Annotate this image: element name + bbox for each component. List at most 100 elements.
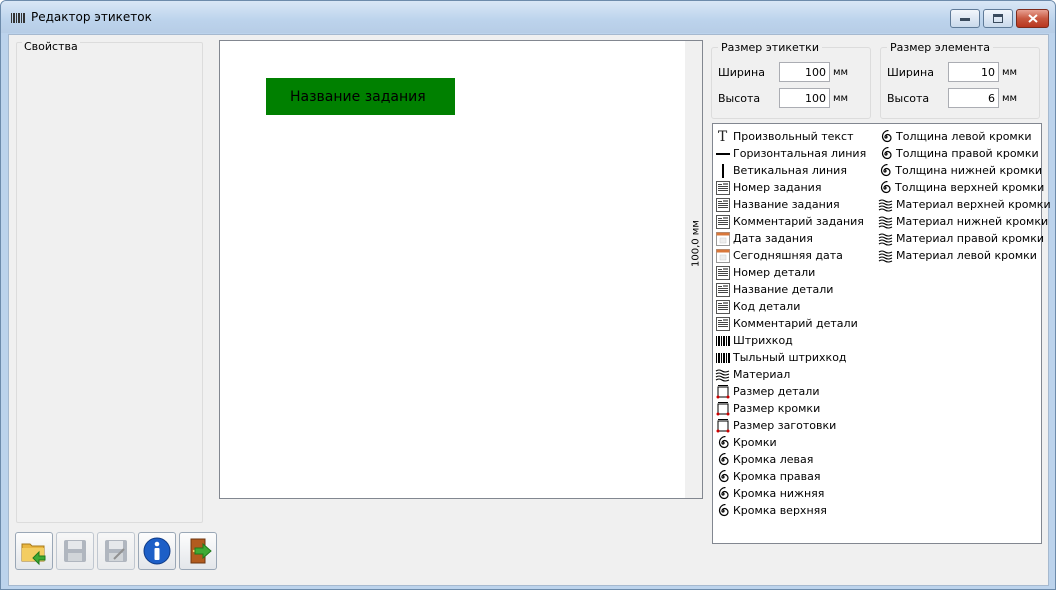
tool-item-label: Номер детали	[733, 266, 816, 279]
minimize-icon	[960, 17, 970, 21]
label-height-unit: мм	[833, 92, 849, 104]
tool-item-label: Дата задания	[733, 232, 813, 245]
tool-item[interactable]: Толщина правой кромки	[878, 145, 1042, 162]
save-button[interactable]	[56, 532, 94, 570]
tool-item[interactable]: Номер детали	[715, 264, 875, 281]
label-size-title: Размер этикетки	[718, 41, 822, 54]
tool-list-column-1: T Произвольный текст Горизонтальная линия В…	[715, 128, 875, 519]
tool-item[interactable]: Кромки	[715, 434, 875, 451]
label-height-label: Высота	[718, 91, 761, 105]
tool-item-label: Ветикальная линия	[733, 164, 847, 177]
exit-button[interactable]	[179, 532, 217, 570]
tool-item-label: Код детали	[733, 300, 801, 313]
tool-item[interactable]: Материал верхней кромки	[878, 196, 1051, 213]
tool-item[interactable]: Название детали	[715, 281, 875, 298]
maximize-button[interactable]	[983, 9, 1013, 28]
tool-item[interactable]: Тыльный штрихкод	[715, 349, 875, 366]
tool-item[interactable]: Дата задания	[715, 230, 875, 247]
floppy-disk-icon	[61, 537, 89, 565]
element-height-unit: мм	[1002, 92, 1018, 104]
tool-item[interactable]: Размер детали	[715, 383, 875, 400]
element-size-title: Размер элемента	[887, 41, 994, 54]
client-area: Свойства Название задания 100,0 мм Разме…	[8, 34, 1051, 586]
tool-item[interactable]: Материал левой кромки	[878, 247, 1042, 264]
tool-item-label: Материал правой кромки	[896, 232, 1045, 245]
save-as-button[interactable]	[97, 532, 135, 570]
material-icon	[878, 248, 893, 263]
title-bar[interactable]: Редактор этикеток	[1, 1, 1055, 33]
tool-item[interactable]: Сегодняшняя дата	[715, 247, 875, 264]
document-field-icon	[715, 316, 730, 331]
tool-item-label: Толщина верхней кромки	[895, 181, 1045, 194]
tool-item-label: Сегодняшняя дата	[733, 249, 843, 262]
open-folder-icon	[19, 536, 49, 566]
element-width-input[interactable]	[948, 62, 999, 82]
barcode-icon	[715, 333, 730, 348]
close-button[interactable]	[1016, 9, 1049, 28]
tool-item[interactable]: Кромка нижняя	[715, 485, 875, 502]
app-window: Редактор этикеток Свойства Название зада…	[0, 0, 1056, 590]
tool-item-label: Комментарий детали	[733, 317, 858, 330]
tool-item-label: Размер кромки	[733, 402, 821, 415]
label-width-row: Ширина мм	[718, 62, 848, 82]
label-height-input[interactable]	[779, 88, 830, 108]
tool-item[interactable]: Размер заготовки	[715, 417, 875, 434]
tool-item-label: Размер заготовки	[733, 419, 837, 432]
canvas-element-task-name[interactable]: Название задания	[266, 78, 455, 115]
spiral-icon	[878, 163, 892, 178]
info-icon	[142, 536, 172, 566]
open-button[interactable]	[15, 532, 53, 570]
tool-item[interactable]: Номер задания	[715, 179, 875, 196]
element-tool-list[interactable]: T Произвольный текст Горизонтальная линия В…	[712, 123, 1051, 544]
tool-item[interactable]: Штрихкод	[715, 332, 875, 349]
material-icon	[878, 231, 893, 246]
spiral-icon	[715, 435, 730, 450]
tool-item[interactable]: Материал правой кромки	[878, 230, 1045, 247]
tool-item[interactable]: Материал нижней кромки	[878, 213, 1048, 230]
tool-item-label: Размер детали	[733, 385, 820, 398]
document-field-icon	[715, 197, 730, 212]
tool-item[interactable]: Размер кромки	[715, 400, 875, 417]
label-canvas[interactable]: Название задания 100,0 мм	[219, 40, 703, 499]
tool-item[interactable]: Кромка верхняя	[715, 502, 875, 519]
label-size-group: Размер этикетки Ширина мм Высота мм	[711, 41, 871, 119]
vertical-line-icon	[715, 163, 730, 178]
tool-item[interactable]: Комментарий детали	[715, 315, 875, 332]
element-width-unit: мм	[1002, 66, 1018, 78]
tool-item[interactable]: Код детали	[715, 298, 875, 315]
calendar-icon	[715, 231, 730, 246]
tool-item-label: Толщина нижней кромки	[895, 164, 1042, 177]
minimize-button[interactable]	[950, 9, 980, 28]
tool-item[interactable]: Название задания	[715, 196, 875, 213]
document-field-icon	[715, 282, 730, 297]
tool-item[interactable]: Горизонтальная линия	[715, 145, 875, 162]
tool-item[interactable]: Комментарий задания	[715, 213, 875, 230]
tool-item-label: Кромка правая	[733, 470, 821, 483]
info-button[interactable]	[138, 532, 176, 570]
barcode-icon	[715, 350, 730, 365]
element-size-group: Размер элемента Ширина мм Высота мм	[880, 41, 1040, 119]
tool-item[interactable]: T Произвольный текст	[715, 128, 875, 145]
tool-item-label: Кромка левая	[733, 453, 814, 466]
label-height-row: Высота мм	[718, 88, 848, 108]
tool-item-label: Кромка нижняя	[733, 487, 825, 500]
spiral-icon	[715, 469, 730, 484]
spiral-icon	[715, 486, 730, 501]
dimension-icon	[715, 418, 730, 433]
tool-item[interactable]: Кромка правая	[715, 468, 875, 485]
tool-item[interactable]: Кромка левая	[715, 451, 875, 468]
element-height-input[interactable]	[948, 88, 999, 108]
spiral-icon	[878, 129, 893, 144]
label-width-label: Ширина	[718, 65, 765, 79]
tool-item[interactable]: Материал	[715, 366, 875, 383]
tool-item[interactable]: Толщина верхней кромки	[878, 179, 1045, 196]
label-width-input[interactable]	[779, 62, 830, 82]
tool-item[interactable]: Ветикальная линия	[715, 162, 875, 179]
tool-item[interactable]: Толщина левой кромки	[878, 128, 1042, 145]
tool-item-label: Горизонтальная линия	[733, 147, 867, 160]
text-icon: T	[717, 128, 728, 145]
document-field-icon	[715, 214, 730, 229]
tool-item[interactable]: Толщина нижней кромки	[878, 162, 1042, 179]
tool-item-label: Толщина правой кромки	[896, 147, 1039, 160]
calendar-icon	[715, 248, 730, 263]
